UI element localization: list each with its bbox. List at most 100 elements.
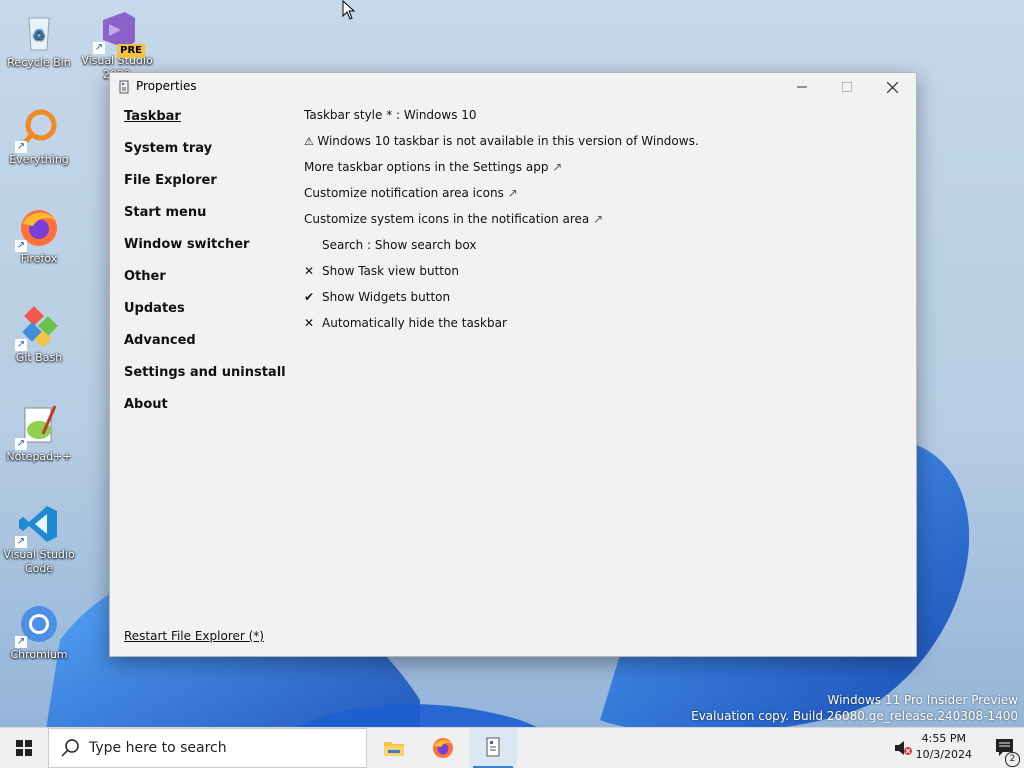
watermark-build: Evaluation copy. Build 26080.ge_release.… (691, 709, 1018, 723)
desktop-icon-git-bash[interactable]: ↗ Git Bash (1, 305, 77, 365)
minimize-icon (796, 86, 807, 88)
desktop-icon-visual-studio[interactable]: PRE ↗ Visual Studio 2022 (79, 8, 155, 82)
nav-item-about[interactable]: About (124, 397, 286, 429)
desktop-icon-recycle-bin[interactable]: ♻ Recycle Bin (1, 10, 77, 70)
nav-item-start-menu[interactable]: Start menu (124, 205, 286, 237)
system-icons-link[interactable]: Customize system icons in the notificati… (304, 211, 699, 237)
desktop-icon-everything[interactable]: ↗ Everything (1, 107, 77, 167)
close-button[interactable] (870, 73, 915, 101)
shortcut-arrow-icon: ↗ (15, 636, 27, 648)
desktop-icon-notepad-plus-plus[interactable]: ↗ Notepad++ (1, 404, 77, 464)
taskbar-properties-app[interactable] (469, 728, 517, 768)
taskbar-style-label: Taskbar style * : Windows 10 (304, 108, 477, 122)
external-link-icon: ↗ (552, 160, 563, 174)
minimize-button[interactable] (779, 73, 824, 101)
search-icon (61, 739, 79, 757)
everything-icon: ↗ (15, 107, 61, 153)
autohide-toggle[interactable]: ✕ Automatically hide the taskbar (304, 315, 699, 341)
warning-icon: ⚠ (304, 135, 318, 148)
system-icons-link-label: Customize system icons in the notificati… (304, 212, 590, 226)
desktop-icon-label: Notepad++ (6, 450, 72, 463)
maximize-icon (841, 82, 852, 92)
desktop-icon-label: Visual Studio Code (3, 548, 75, 575)
nav-item-file-explorer[interactable]: File Explorer (124, 173, 286, 205)
start-button[interactable] (0, 728, 48, 768)
prerelease-badge: PRE (117, 44, 145, 58)
taskbar-firefox[interactable] (419, 728, 467, 768)
chromium-icon: ↗ (15, 602, 61, 648)
maximize-button[interactable] (824, 73, 869, 101)
properties-window: Properties Taskbar System tray File Expl… (109, 72, 917, 657)
desktop-icon-chromium[interactable]: ↗ Chromium (1, 602, 77, 662)
recycle-bin-icon: ♻ (17, 10, 61, 54)
folder-icon (384, 742, 404, 756)
widgets-toggle[interactable]: ✔ Show Widgets button (304, 289, 699, 315)
checkmark-icon: ✔ (304, 290, 315, 304)
shortcut-arrow-icon: ↗ (15, 438, 27, 450)
external-link-icon: ↗ (507, 186, 518, 200)
desktop-icon-label: Chromium (10, 648, 68, 661)
taskbar-file-explorer[interactable] (370, 728, 418, 768)
search-placeholder: Type here to search (89, 740, 227, 756)
restart-explorer-link[interactable]: Restart File Explorer (*) (124, 629, 264, 643)
properties-app-icon (486, 737, 500, 757)
notification-icons-link-label: Customize notification area icons (304, 186, 504, 200)
svg-text:♻: ♻ (33, 28, 46, 44)
desktop-icon-firefox[interactable]: ↗ Firefox (1, 206, 77, 266)
widgets-label: Show Widgets button (322, 290, 451, 304)
settings-app-link[interactable]: More taskbar options in the Settings app… (304, 159, 699, 185)
nav-item-other[interactable]: Other (124, 269, 286, 301)
desktop-icon-label: Everything (9, 153, 69, 166)
shortcut-arrow-icon: ↗ (15, 536, 27, 548)
notification-icons-link[interactable]: Customize notification area icons ↗ (304, 185, 699, 211)
desktop-icon-vscode[interactable]: ↗ Visual Studio Code (1, 502, 77, 576)
visual-studio-icon: PRE ↗ (93, 8, 145, 58)
settings-content: Taskbar style * : Windows 10 ⚠ Windows 1… (304, 107, 699, 341)
git-bash-icon: ↗ (15, 305, 61, 351)
clock-date: 10/3/2024 (915, 748, 972, 761)
settings-app-link-label: More taskbar options in the Settings app (304, 160, 549, 174)
desktop-icon-label: Git Bash (15, 351, 63, 364)
shortcut-arrow-icon: ↗ (15, 339, 27, 351)
warning-text: Windows 10 taskbar is not available in t… (317, 134, 699, 148)
desktop-icon-label: Recycle Bin (7, 56, 71, 69)
notification-center-button[interactable]: 2 (994, 737, 1020, 767)
taskbar-clock[interactable]: 4:55 PM 10/3/2024 (916, 731, 972, 763)
nav-item-settings-and-uninstall[interactable]: Settings and uninstall (124, 365, 286, 397)
shortcut-arrow-icon: ↗ (15, 240, 27, 252)
notepad-plus-plus-icon: ↗ (15, 404, 61, 450)
firefox-icon: ↗ (15, 206, 61, 252)
title-bar[interactable]: Properties (110, 73, 916, 101)
nav-item-updates[interactable]: Updates (124, 301, 286, 333)
vscode-icon: ↗ (15, 502, 61, 548)
shortcut-arrow-icon: ↗ (93, 42, 105, 54)
volume-muted-icon[interactable] (894, 740, 912, 756)
task-view-label: Show Task view button (322, 264, 459, 278)
close-icon (887, 81, 898, 93)
autohide-label: Automatically hide the taskbar (322, 316, 507, 330)
unchecked-x-icon: ✕ (304, 316, 315, 330)
nav-item-window-switcher[interactable]: Window switcher (124, 237, 286, 269)
app-icon (119, 80, 129, 94)
desktop-icon-label: Firefox (20, 252, 58, 265)
nav-item-system-tray[interactable]: System tray (124, 141, 286, 173)
nav-item-taskbar[interactable]: Taskbar (124, 109, 286, 141)
sidebar-nav: Taskbar System tray File Explorer Start … (124, 109, 286, 429)
windows-logo-icon (16, 740, 32, 756)
unchecked-x-icon: ✕ (304, 264, 315, 278)
taskbar-style-option[interactable]: Taskbar style * : Windows 10 (304, 107, 699, 133)
shortcut-arrow-icon: ↗ (15, 141, 27, 153)
nav-item-advanced[interactable]: Advanced (124, 333, 286, 365)
task-view-toggle[interactable]: ✕ Show Task view button (304, 263, 699, 289)
clock-time: 4:55 PM (921, 732, 966, 745)
mouse-cursor-icon (342, 0, 356, 20)
search-option[interactable]: Search : Show search box (304, 237, 699, 263)
taskbar: Type here to search 4:55 PM 10/3/2024 2 (0, 727, 1024, 768)
watermark-edition: Windows 11 Pro Insider Preview (827, 693, 1018, 707)
window-title: Properties (136, 79, 197, 93)
firefox-icon (433, 738, 453, 758)
warning-message: ⚠ Windows 10 taskbar is not available in… (304, 133, 699, 159)
external-link-icon: ↗ (593, 212, 604, 226)
taskbar-search-box[interactable]: Type here to search (48, 728, 367, 768)
search-option-label: Search : Show search box (322, 238, 477, 252)
